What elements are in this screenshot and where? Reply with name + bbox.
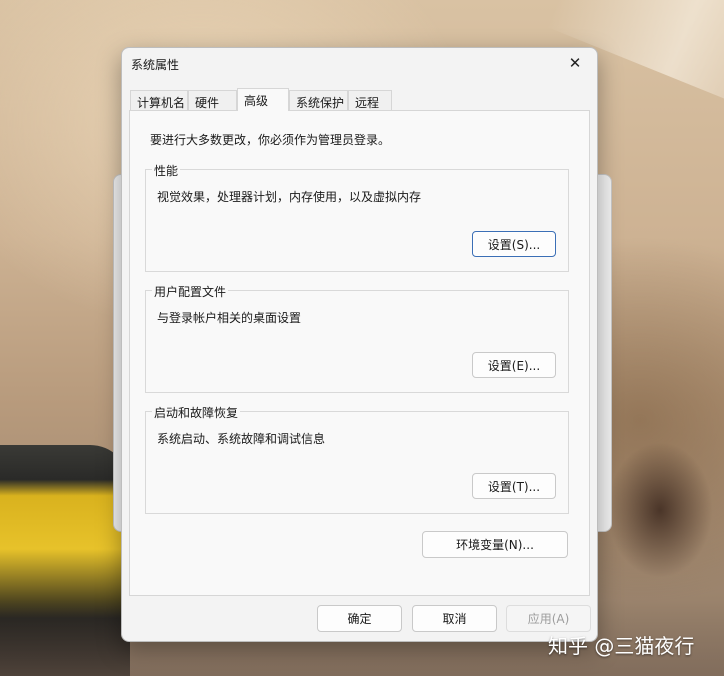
tab-advanced[interactable]: 高级 bbox=[237, 88, 289, 111]
performance-group: 性能 视觉效果，处理器计划，内存使用，以及虚拟内存 设置(S)... bbox=[145, 162, 569, 272]
performance-title: 性能 bbox=[152, 162, 181, 179]
user-profiles-group: 用户配置文件 与登录帐户相关的桌面设置 设置(E)... bbox=[145, 283, 569, 393]
ok-button[interactable]: 确定 bbox=[317, 605, 402, 632]
tab-computer-name[interactable]: 计算机名 bbox=[130, 90, 188, 110]
apply-button[interactable]: 应用(A) bbox=[506, 605, 591, 632]
user-profiles-description: 与登录帐户相关的桌面设置 bbox=[157, 311, 302, 325]
close-icon: ✕ bbox=[568, 54, 582, 72]
system-properties-dialog: 系统属性 ✕ 计算机名 硬件 高级 系统保护 远程 要进行大多数更改，你必须作为… bbox=[121, 47, 598, 642]
performance-settings-button[interactable]: 设置(S)... bbox=[472, 231, 556, 257]
startup-recovery-title: 启动和故障恢复 bbox=[152, 404, 241, 421]
startup-recovery-settings-button[interactable]: 设置(T)... bbox=[472, 473, 556, 499]
advanced-tab-panel: 要进行大多数更改，你必须作为管理员登录。 性能 视觉效果，处理器计划，内存使用，… bbox=[129, 110, 590, 596]
startup-recovery-group: 启动和故障恢复 系统启动、系统故障和调试信息 设置(T)... bbox=[145, 404, 569, 514]
tab-remote[interactable]: 远程 bbox=[348, 90, 392, 110]
user-profiles-settings-button[interactable]: 设置(E)... bbox=[472, 352, 556, 378]
close-button[interactable]: ✕ bbox=[555, 50, 595, 76]
user-profiles-title: 用户配置文件 bbox=[152, 283, 229, 300]
dialog-title: 系统属性 bbox=[131, 58, 180, 72]
title-bar[interactable]: 系统属性 ✕ bbox=[122, 48, 597, 78]
startup-recovery-description: 系统启动、系统故障和调试信息 bbox=[157, 432, 326, 446]
cancel-button[interactable]: 取消 bbox=[412, 605, 497, 632]
tab-system-protection[interactable]: 系统保护 bbox=[289, 90, 348, 110]
admin-notice: 要进行大多数更改，你必须作为管理员登录。 bbox=[150, 133, 391, 147]
watermark: 知乎 @三猫夜行 bbox=[548, 634, 695, 658]
performance-description: 视觉效果，处理器计划，内存使用，以及虚拟内存 bbox=[157, 190, 422, 204]
tab-hardware[interactable]: 硬件 bbox=[188, 90, 237, 110]
environment-variables-button[interactable]: 环境变量(N)... bbox=[422, 531, 568, 558]
